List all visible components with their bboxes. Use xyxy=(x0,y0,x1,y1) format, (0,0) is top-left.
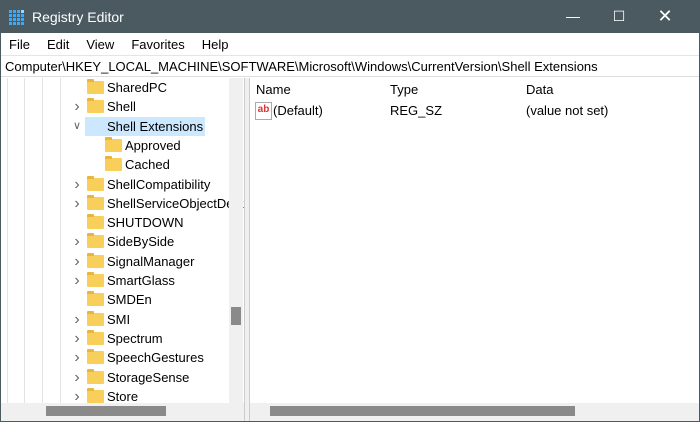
folder-icon xyxy=(87,329,104,345)
folder-icon xyxy=(87,233,104,249)
tree-node-label: SMDEn xyxy=(107,292,152,308)
chevron-right-icon[interactable]: › xyxy=(72,271,82,290)
chevron-right-icon[interactable]: › xyxy=(72,329,82,348)
chevron-right-icon[interactable]: › xyxy=(72,252,82,271)
tree-node[interactable]: › Shell xyxy=(1,97,244,116)
value-name: (Default) xyxy=(273,103,323,118)
scroll-thumb[interactable] xyxy=(270,406,575,416)
menu-view[interactable]: View xyxy=(86,37,114,52)
main-window: File Edit View Favorites Help Computer\H… xyxy=(1,33,699,421)
tree-node[interactable]: SHUTDOWN xyxy=(1,213,244,232)
menu-file[interactable]: File xyxy=(9,37,30,52)
tree-node-label: Store xyxy=(107,388,139,403)
string-value-icon: ab xyxy=(255,102,272,120)
tree-node-label: Shell Extensions xyxy=(85,116,206,136)
tree-node-label: SHUTDOWN xyxy=(107,215,184,231)
tree-node[interactable]: › ShellCompatibility xyxy=(1,175,244,194)
folder-icon xyxy=(87,79,104,94)
tree-node-label: Cached xyxy=(125,157,170,173)
key-tree: SharedPC › Shell ∨ Shell Extensions Approved C… xyxy=(1,78,244,403)
maximize-button[interactable]: ☐ xyxy=(596,0,642,33)
tree-node-label: Shell xyxy=(107,99,136,115)
chevron-right-icon[interactable]: › xyxy=(72,310,82,329)
column-header-name[interactable]: Name xyxy=(256,80,291,100)
tree-node[interactable]: › SpeechGestures xyxy=(1,348,244,367)
title-bar: Registry Editor — ☐ ✕ xyxy=(0,0,700,33)
folder-icon xyxy=(87,368,104,384)
folder-icon xyxy=(87,252,104,268)
tree-node[interactable]: SMDEn xyxy=(1,290,244,309)
value-type: REG_SZ xyxy=(390,103,443,118)
tree-node-label: ShellServiceObjectDelayLoad xyxy=(107,195,244,211)
tree-node[interactable]: › ShellServiceObjectDelayLoad xyxy=(1,194,244,213)
folder-icon xyxy=(87,272,104,287)
chevron-down-icon[interactable]: ∨ xyxy=(72,117,82,136)
tree-node[interactable]: › Spectrum xyxy=(1,329,244,348)
scroll-thumb[interactable] xyxy=(46,406,166,416)
close-button[interactable]: ✕ xyxy=(642,0,688,33)
tree-node-label: SideBySide xyxy=(107,234,175,250)
tree-node[interactable]: Approved xyxy=(1,136,244,155)
tree-node[interactable]: › StorageSense xyxy=(1,368,244,387)
tree-node[interactable]: SharedPC xyxy=(1,78,244,97)
column-header-type[interactable]: Type xyxy=(390,80,418,100)
chevron-right-icon[interactable]: › xyxy=(72,348,82,367)
folder-icon xyxy=(105,156,122,172)
menu-help[interactable]: Help xyxy=(202,37,229,52)
column-header-data[interactable]: Data xyxy=(526,80,553,100)
tree-node-label: SmartGlass xyxy=(107,273,175,288)
tree-node[interactable]: › SideBySide xyxy=(1,232,244,251)
folder-icon xyxy=(87,194,104,210)
tree-node-label: SMI xyxy=(107,311,131,327)
chevron-right-icon[interactable]: › xyxy=(72,232,82,251)
folder-icon xyxy=(87,349,104,365)
chevron-right-icon[interactable]: › xyxy=(72,368,82,387)
tree-node[interactable]: › SignalManager xyxy=(1,252,244,271)
tree-node-label: Spectrum xyxy=(107,330,163,346)
tree-node-label: ShellCompatibility xyxy=(107,176,211,192)
address-bar[interactable]: Computer\HKEY_LOCAL_MACHINE\SOFTWARE\Mic… xyxy=(1,55,699,77)
folder-icon xyxy=(87,214,104,230)
minimize-button[interactable]: — xyxy=(550,0,596,33)
menu-bar: File Edit View Favorites Help xyxy=(1,33,699,55)
registry-editor-icon xyxy=(8,9,24,25)
folder-icon xyxy=(87,98,104,114)
menu-favorites[interactable]: Favorites xyxy=(131,37,184,52)
tree-node-label: SharedPC xyxy=(107,80,167,95)
chevron-right-icon[interactable]: › xyxy=(72,97,82,116)
folder-icon xyxy=(87,310,104,326)
folder-icon xyxy=(87,387,104,403)
folder-icon xyxy=(105,136,122,152)
tree-node[interactable]: › Store xyxy=(1,387,244,403)
tree-node[interactable]: ∨ Shell Extensions xyxy=(1,116,244,136)
tree-horizontal-scrollbar[interactable] xyxy=(1,403,244,421)
chevron-right-icon[interactable]: › xyxy=(72,175,82,194)
chevron-right-icon[interactable]: › xyxy=(72,387,82,403)
tree-node-label: SpeechGestures xyxy=(107,350,204,366)
tree-node[interactable]: › SMI xyxy=(1,310,244,329)
value-data: (value not set) xyxy=(526,103,609,118)
tree-node-label: StorageSense xyxy=(107,369,190,385)
scroll-thumb[interactable] xyxy=(231,307,241,325)
menu-edit[interactable]: Edit xyxy=(47,37,69,52)
folder-icon xyxy=(87,291,104,307)
values-list: Name Type Data ab (Default) REG_SZ (valu… xyxy=(250,78,699,403)
window-title: Registry Editor xyxy=(32,9,124,25)
tree-node[interactable]: › SmartGlass xyxy=(1,271,244,290)
tree-node-label: SignalManager xyxy=(107,253,195,269)
tree-node-label: Approved xyxy=(125,137,181,153)
folder-icon xyxy=(87,175,104,191)
tree-node[interactable]: Cached xyxy=(1,155,244,174)
chevron-right-icon[interactable]: › xyxy=(72,194,82,213)
values-horizontal-scrollbar[interactable] xyxy=(250,403,699,421)
